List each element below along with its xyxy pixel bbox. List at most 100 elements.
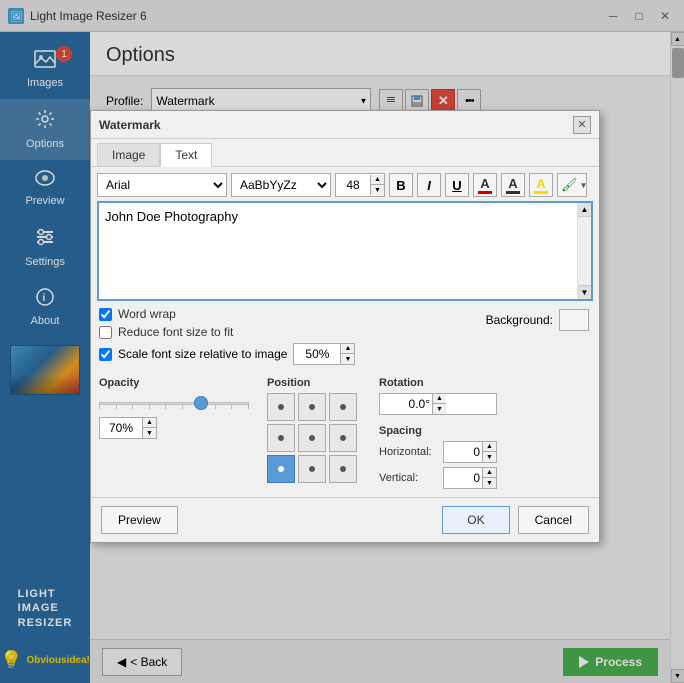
vertical-down[interactable]: ▼ bbox=[482, 478, 496, 488]
sidebar-label-options: Options bbox=[26, 138, 64, 150]
watermark-text-area[interactable]: John Doe Photography bbox=[99, 203, 577, 299]
tick bbox=[165, 405, 166, 409]
process-play-icon bbox=[579, 656, 589, 668]
text-color2-button[interactable]: A bbox=[501, 173, 525, 197]
italic-button[interactable]: I bbox=[417, 173, 441, 197]
minimize-button[interactable]: ─ bbox=[602, 5, 624, 27]
opacity-up[interactable]: ▲ bbox=[142, 418, 156, 428]
ok-cancel-buttons: OK Cancel bbox=[442, 506, 589, 534]
opacity-slider[interactable] bbox=[99, 393, 249, 413]
scale-font-field[interactable] bbox=[294, 344, 340, 364]
text-color2-bar bbox=[506, 191, 520, 194]
pos-btn-topleft[interactable] bbox=[267, 393, 295, 421]
logo-line3: RESIZER bbox=[18, 616, 73, 630]
scroll-up-button[interactable]: ▲ bbox=[671, 32, 684, 46]
rotation-up[interactable]: ▲ bbox=[432, 394, 446, 404]
vertical-label: Vertical: bbox=[379, 472, 439, 484]
sidebar-item-preview[interactable]: Preview bbox=[0, 160, 90, 217]
scale-down[interactable]: ▼ bbox=[340, 354, 354, 364]
vertical-up[interactable]: ▲ bbox=[482, 468, 496, 478]
vertical-field[interactable] bbox=[444, 468, 482, 488]
font-name-select[interactable]: Arial bbox=[97, 173, 227, 197]
rotation-down[interactable]: ▼ bbox=[432, 404, 446, 414]
ok-button[interactable]: OK bbox=[442, 506, 509, 534]
page-header: Options bbox=[90, 32, 670, 76]
horizontal-input: ▲ ▼ bbox=[443, 441, 497, 463]
tab-image-label: Image bbox=[112, 148, 145, 162]
pos-btn-middleright[interactable] bbox=[329, 424, 357, 452]
opacity-field[interactable] bbox=[100, 418, 142, 438]
text-color-a: A bbox=[480, 177, 489, 190]
font-size-spinners: ▲ ▼ bbox=[370, 175, 384, 195]
pos-btn-bottomright[interactable] bbox=[329, 455, 357, 483]
company-name: Obviousidea! bbox=[27, 655, 90, 666]
cancel-button[interactable]: Cancel bbox=[518, 506, 589, 534]
text-scroll-down[interactable]: ▼ bbox=[578, 285, 591, 299]
company-logo: 💡 Obviousidea! bbox=[0, 650, 90, 671]
rotation-input: ▲ ▼ bbox=[379, 393, 497, 415]
sidebar-item-settings[interactable]: Settings bbox=[0, 217, 90, 278]
font-size-field[interactable] bbox=[336, 175, 370, 195]
text-color-button[interactable]: A bbox=[473, 173, 497, 197]
opacity-spinners: ▲ ▼ bbox=[142, 418, 156, 438]
underline-button[interactable]: U bbox=[445, 173, 469, 197]
text-scroll-up[interactable]: ▲ bbox=[578, 203, 591, 217]
pos-btn-bottomcenter[interactable] bbox=[298, 455, 326, 483]
scale-font-checkbox[interactable] bbox=[99, 348, 112, 361]
close-button[interactable]: ✕ bbox=[654, 5, 676, 27]
paint-icon: 🖌 bbox=[561, 177, 578, 193]
text-color3-button[interactable]: A bbox=[529, 173, 553, 197]
tab-text[interactable]: Text bbox=[160, 143, 212, 167]
text-area-wrapper: John Doe Photography ▲ ▼ bbox=[97, 201, 593, 301]
background-row: Background: bbox=[486, 309, 589, 331]
horizontal-field[interactable] bbox=[444, 442, 482, 462]
paint-bucket-button[interactable]: 🖌 ▼ bbox=[557, 173, 587, 197]
horizontal-up[interactable]: ▲ bbox=[482, 442, 496, 452]
maximize-button[interactable]: □ bbox=[628, 5, 650, 27]
sidebar-item-images[interactable]: Images 1 bbox=[0, 40, 90, 99]
pos-btn-topcenter[interactable] bbox=[298, 393, 326, 421]
sidebar-label-preview: Preview bbox=[25, 195, 64, 207]
tick bbox=[182, 405, 183, 409]
reduce-font-checkbox[interactable] bbox=[99, 326, 112, 339]
pos-btn-bottomleft[interactable] bbox=[267, 455, 295, 483]
modal-title-bar: Watermark ✕ bbox=[91, 111, 599, 139]
scroll-thumb[interactable] bbox=[672, 48, 684, 78]
horizontal-down[interactable]: ▼ bbox=[482, 452, 496, 462]
modal-close-button[interactable]: ✕ bbox=[573, 116, 591, 134]
font-size-up[interactable]: ▲ bbox=[370, 175, 384, 185]
opacity-down[interactable]: ▼ bbox=[142, 428, 156, 438]
preview-button[interactable]: Preview bbox=[101, 506, 178, 534]
pos-btn-topright[interactable] bbox=[329, 393, 357, 421]
rotation-field[interactable] bbox=[380, 394, 432, 414]
reduce-font-label: Reduce font size to fit bbox=[118, 325, 233, 339]
slider-thumb[interactable] bbox=[194, 396, 208, 410]
bold-button[interactable]: B bbox=[389, 173, 413, 197]
font-preview-select[interactable]: AaBbYyZz bbox=[231, 173, 331, 197]
scale-up[interactable]: ▲ bbox=[340, 344, 354, 354]
sidebar-label-settings: Settings bbox=[25, 256, 65, 268]
position-grid bbox=[267, 393, 357, 483]
controls-row: Opacity bbox=[91, 371, 599, 493]
modal-bottom-bar: Preview OK Cancel bbox=[91, 497, 599, 542]
word-wrap-checkbox[interactable] bbox=[99, 308, 112, 321]
tick bbox=[116, 405, 117, 409]
font-size-down[interactable]: ▼ bbox=[370, 185, 384, 195]
profile-label: Profile: bbox=[106, 94, 143, 108]
spacing-group: Spacing Horizontal: ▲ ▼ bbox=[379, 425, 497, 489]
sidebar-item-about[interactable]: i About bbox=[0, 278, 90, 337]
spacing-label: Spacing bbox=[379, 425, 497, 437]
process-button[interactable]: Process bbox=[563, 648, 658, 676]
horizontal-row: Horizontal: ▲ ▼ bbox=[379, 441, 497, 463]
background-color-box[interactable] bbox=[559, 309, 589, 331]
back-button[interactable]: ◀ < Back bbox=[102, 648, 182, 676]
scroll-down-button[interactable]: ▼ bbox=[671, 669, 684, 683]
pos-btn-middlecenter[interactable] bbox=[298, 424, 326, 452]
right-scrollbar: ▲ ▼ bbox=[670, 32, 684, 683]
tick bbox=[248, 405, 249, 409]
sidebar-item-options[interactable]: Options bbox=[0, 99, 90, 160]
opacity-label: Opacity bbox=[99, 377, 249, 389]
pos-btn-middleleft[interactable] bbox=[267, 424, 295, 452]
position-group: Position bbox=[267, 377, 357, 489]
tab-image[interactable]: Image bbox=[97, 143, 160, 166]
